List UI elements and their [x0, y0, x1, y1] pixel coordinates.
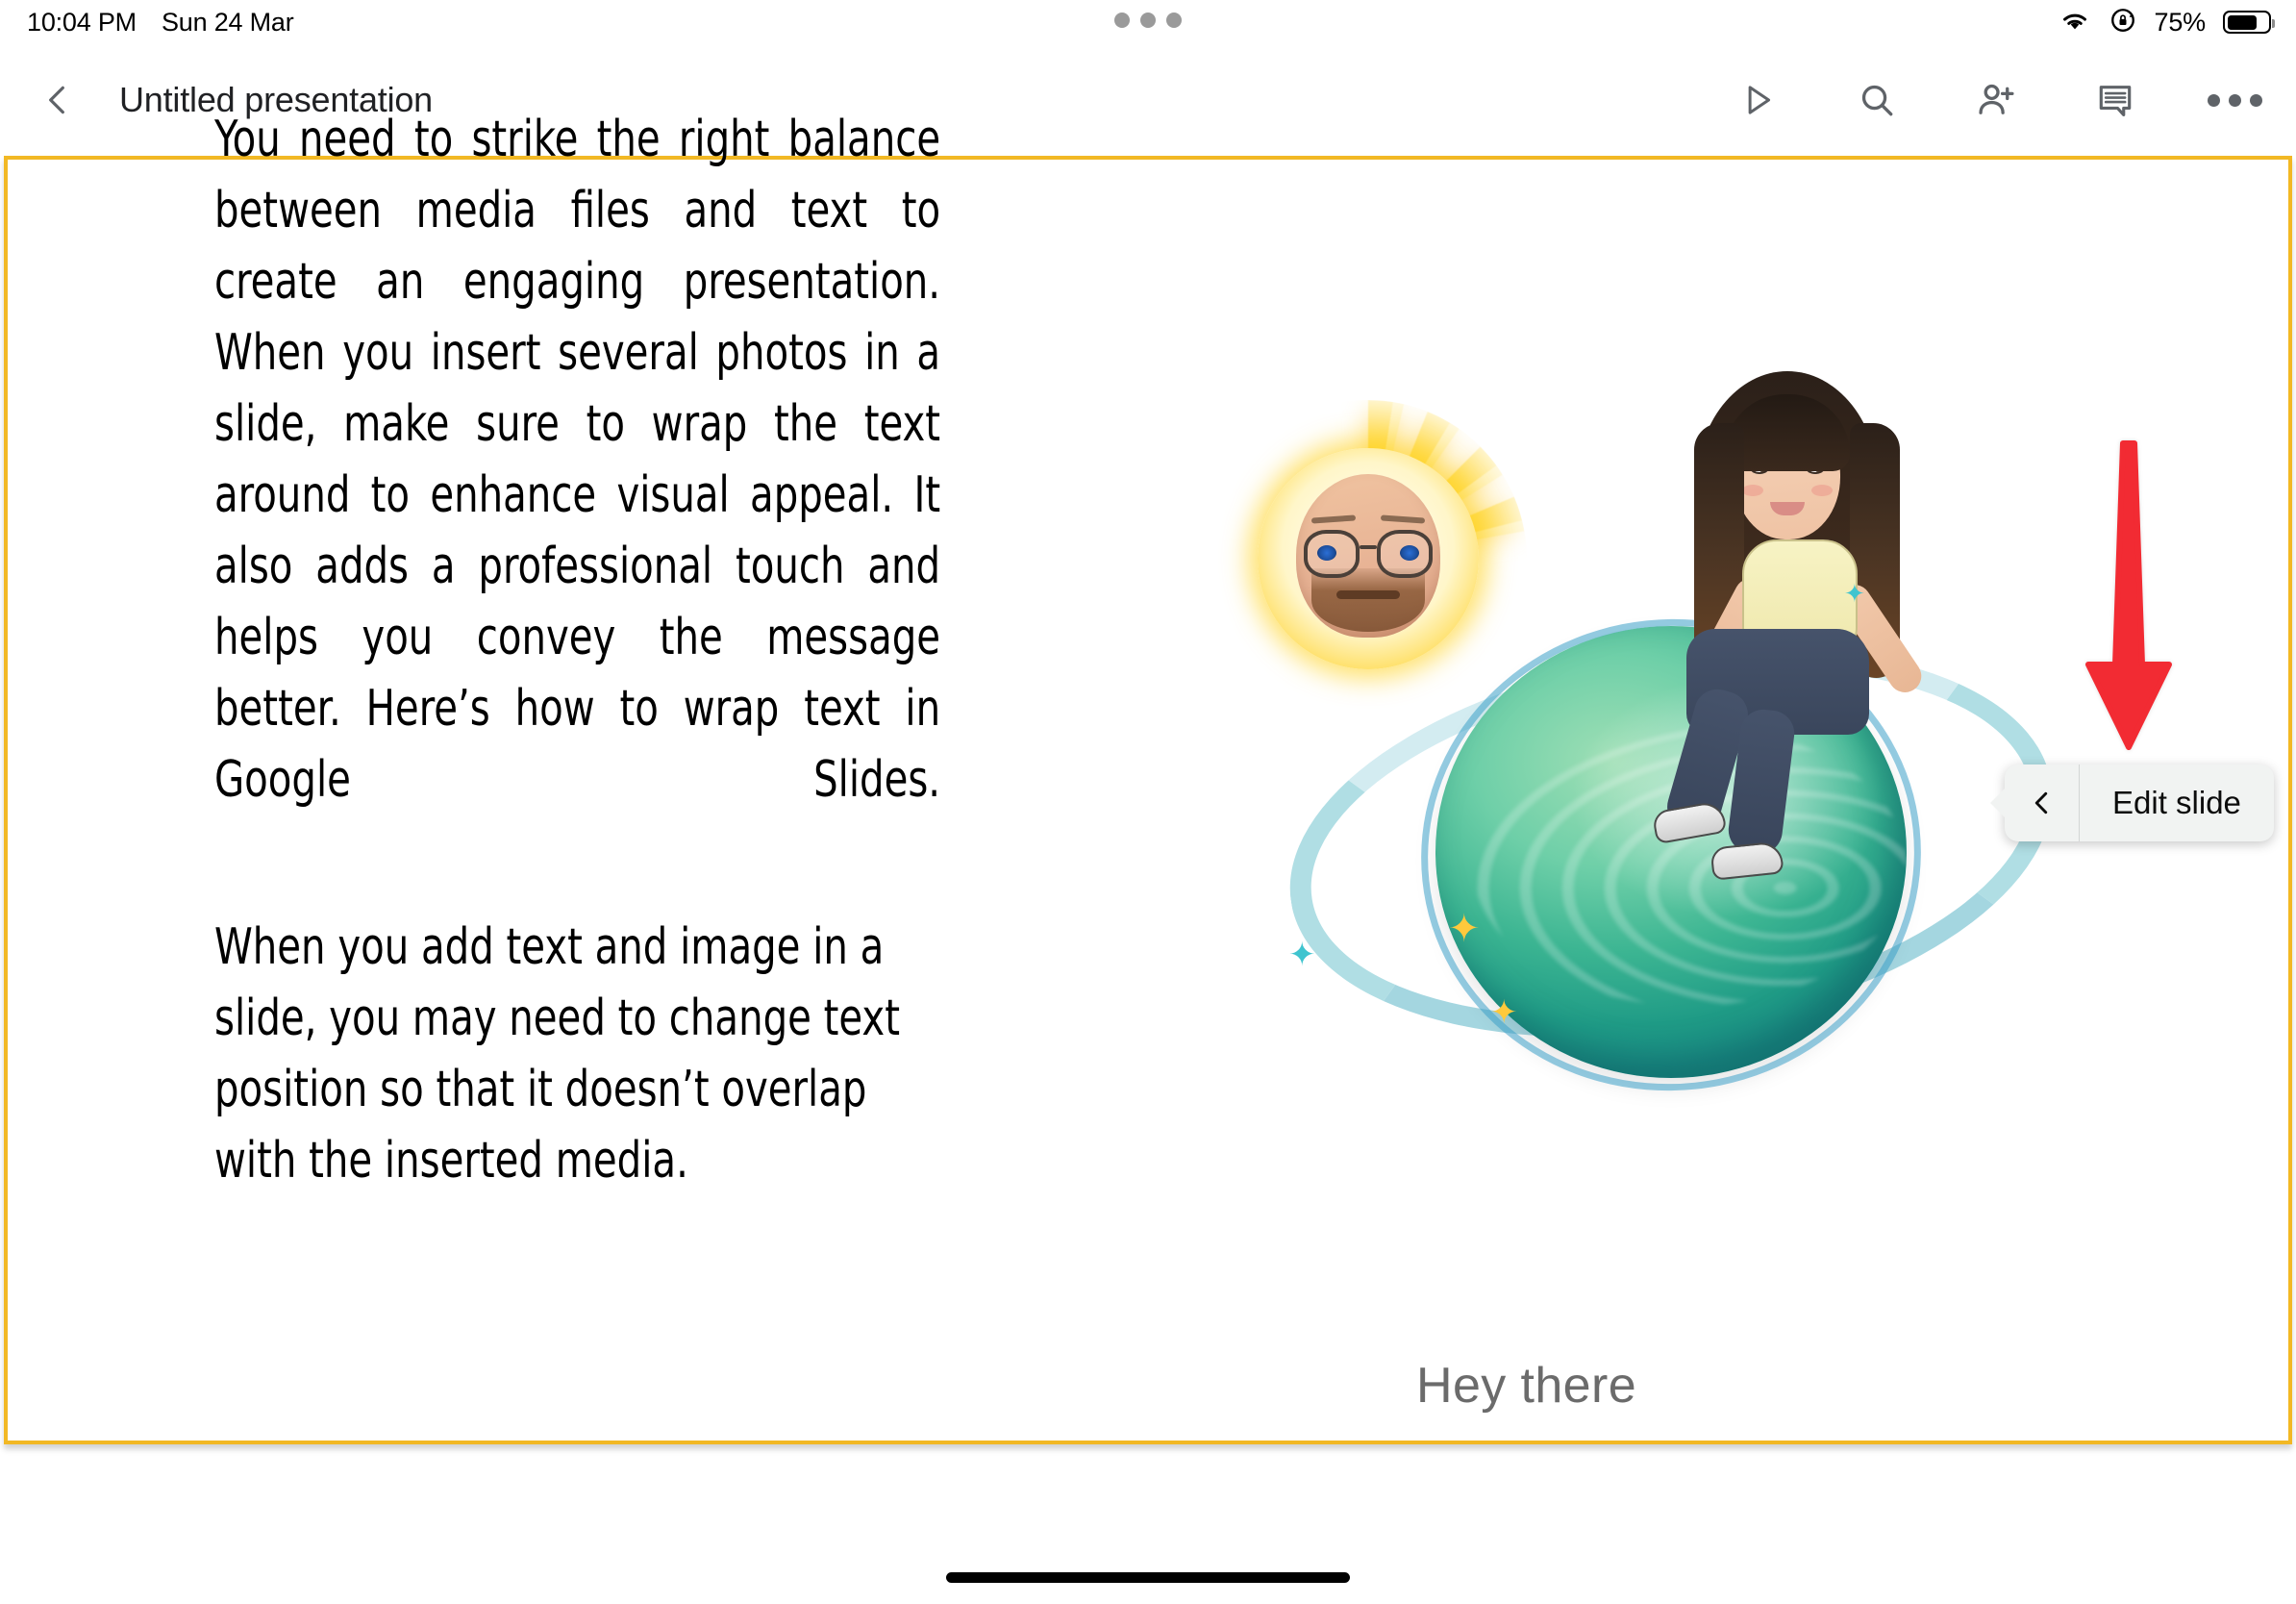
battery-percent: 75%: [2154, 7, 2207, 37]
edit-slide-menu-item[interactable]: Edit slide: [2080, 764, 2274, 841]
sun-brow-left: [1310, 514, 1357, 524]
girl-sitting-on-planet-bitmoji: [1642, 371, 1950, 910]
three-dots-icon: [2207, 93, 2262, 107]
context-menu-popover: Edit slide: [1990, 764, 2274, 841]
rotation-lock-icon: [2109, 6, 2137, 39]
sun-eye-right: [1400, 545, 1419, 561]
sparkle-icon: ✦: [1448, 908, 1481, 950]
popover-back-button[interactable]: [2005, 764, 2080, 841]
shoe-front: [1651, 799, 1728, 845]
magnifier-icon: [1861, 85, 1893, 116]
back-chevron-icon: [2034, 791, 2047, 815]
home-indicator[interactable]: [946, 1572, 1350, 1583]
slide-paragraph-2: When you add text and image in a slide, …: [214, 918, 900, 1190]
share-button[interactable]: [1959, 63, 2033, 137]
status-bar-right: 75%: [2059, 0, 2275, 44]
multitask-dot: [1140, 13, 1156, 28]
sun-face: [1296, 474, 1440, 638]
slide-content: You need to strike the right balance bet…: [8, 111, 2288, 1441]
sparkle-icon: ✦: [1844, 579, 1865, 608]
status-time: 10:04 PM: [27, 7, 137, 37]
slide-paragraph-1: You need to strike the right balance bet…: [214, 111, 941, 809]
lips: [1770, 502, 1805, 515]
comment-icon: [2099, 86, 2132, 116]
sun-eye-left: [1317, 545, 1336, 561]
image-caption: Hey there: [1416, 1358, 1637, 1414]
battery-fill: [2227, 14, 2258, 30]
add-person-icon: [1979, 84, 2014, 114]
more-options-button[interactable]: [2198, 63, 2271, 137]
sun-mouth: [1336, 590, 1400, 599]
multitask-dot: [1114, 13, 1130, 28]
present-button[interactable]: [1721, 63, 1794, 137]
slide-text-box[interactable]: You need to strike the right balance bet…: [214, 104, 940, 1196]
cheek-right: [1811, 485, 1833, 496]
status-bar-left: 10:04 PM Sun 24 Mar: [27, 8, 294, 38]
toolbar-actions: [1721, 44, 2271, 156]
shoe-back: [1710, 840, 1784, 881]
cheek-left: [1742, 485, 1763, 496]
status-bar: 10:04 PM Sun 24 Mar 75%: [0, 0, 2296, 44]
back-button[interactable]: [21, 63, 94, 137]
sun-brow-right: [1380, 514, 1426, 524]
glasses-bridge: [1360, 545, 1377, 549]
status-date: Sun 24 Mar: [161, 7, 294, 37]
comments-button[interactable]: [2079, 63, 2152, 137]
battery-icon: [2223, 11, 2275, 34]
back-chevron-icon: [49, 86, 64, 114]
wifi-icon: [2059, 8, 2091, 38]
play-triangle-icon: [1748, 86, 1771, 114]
sun-face-bitmoji: [1210, 400, 1527, 717]
slide-canvas: You need to strike the right balance bet…: [0, 111, 2296, 1449]
search-button[interactable]: [1840, 63, 1913, 137]
slide-frame[interactable]: You need to strike the right balance bet…: [4, 111, 2292, 1444]
sparkle-icon: ✦: [1288, 937, 1316, 973]
multitasking-dots[interactable]: [1114, 13, 1182, 28]
sparkle-icon: ✦: [1490, 994, 1518, 1031]
multitask-dot: [1166, 13, 1182, 28]
